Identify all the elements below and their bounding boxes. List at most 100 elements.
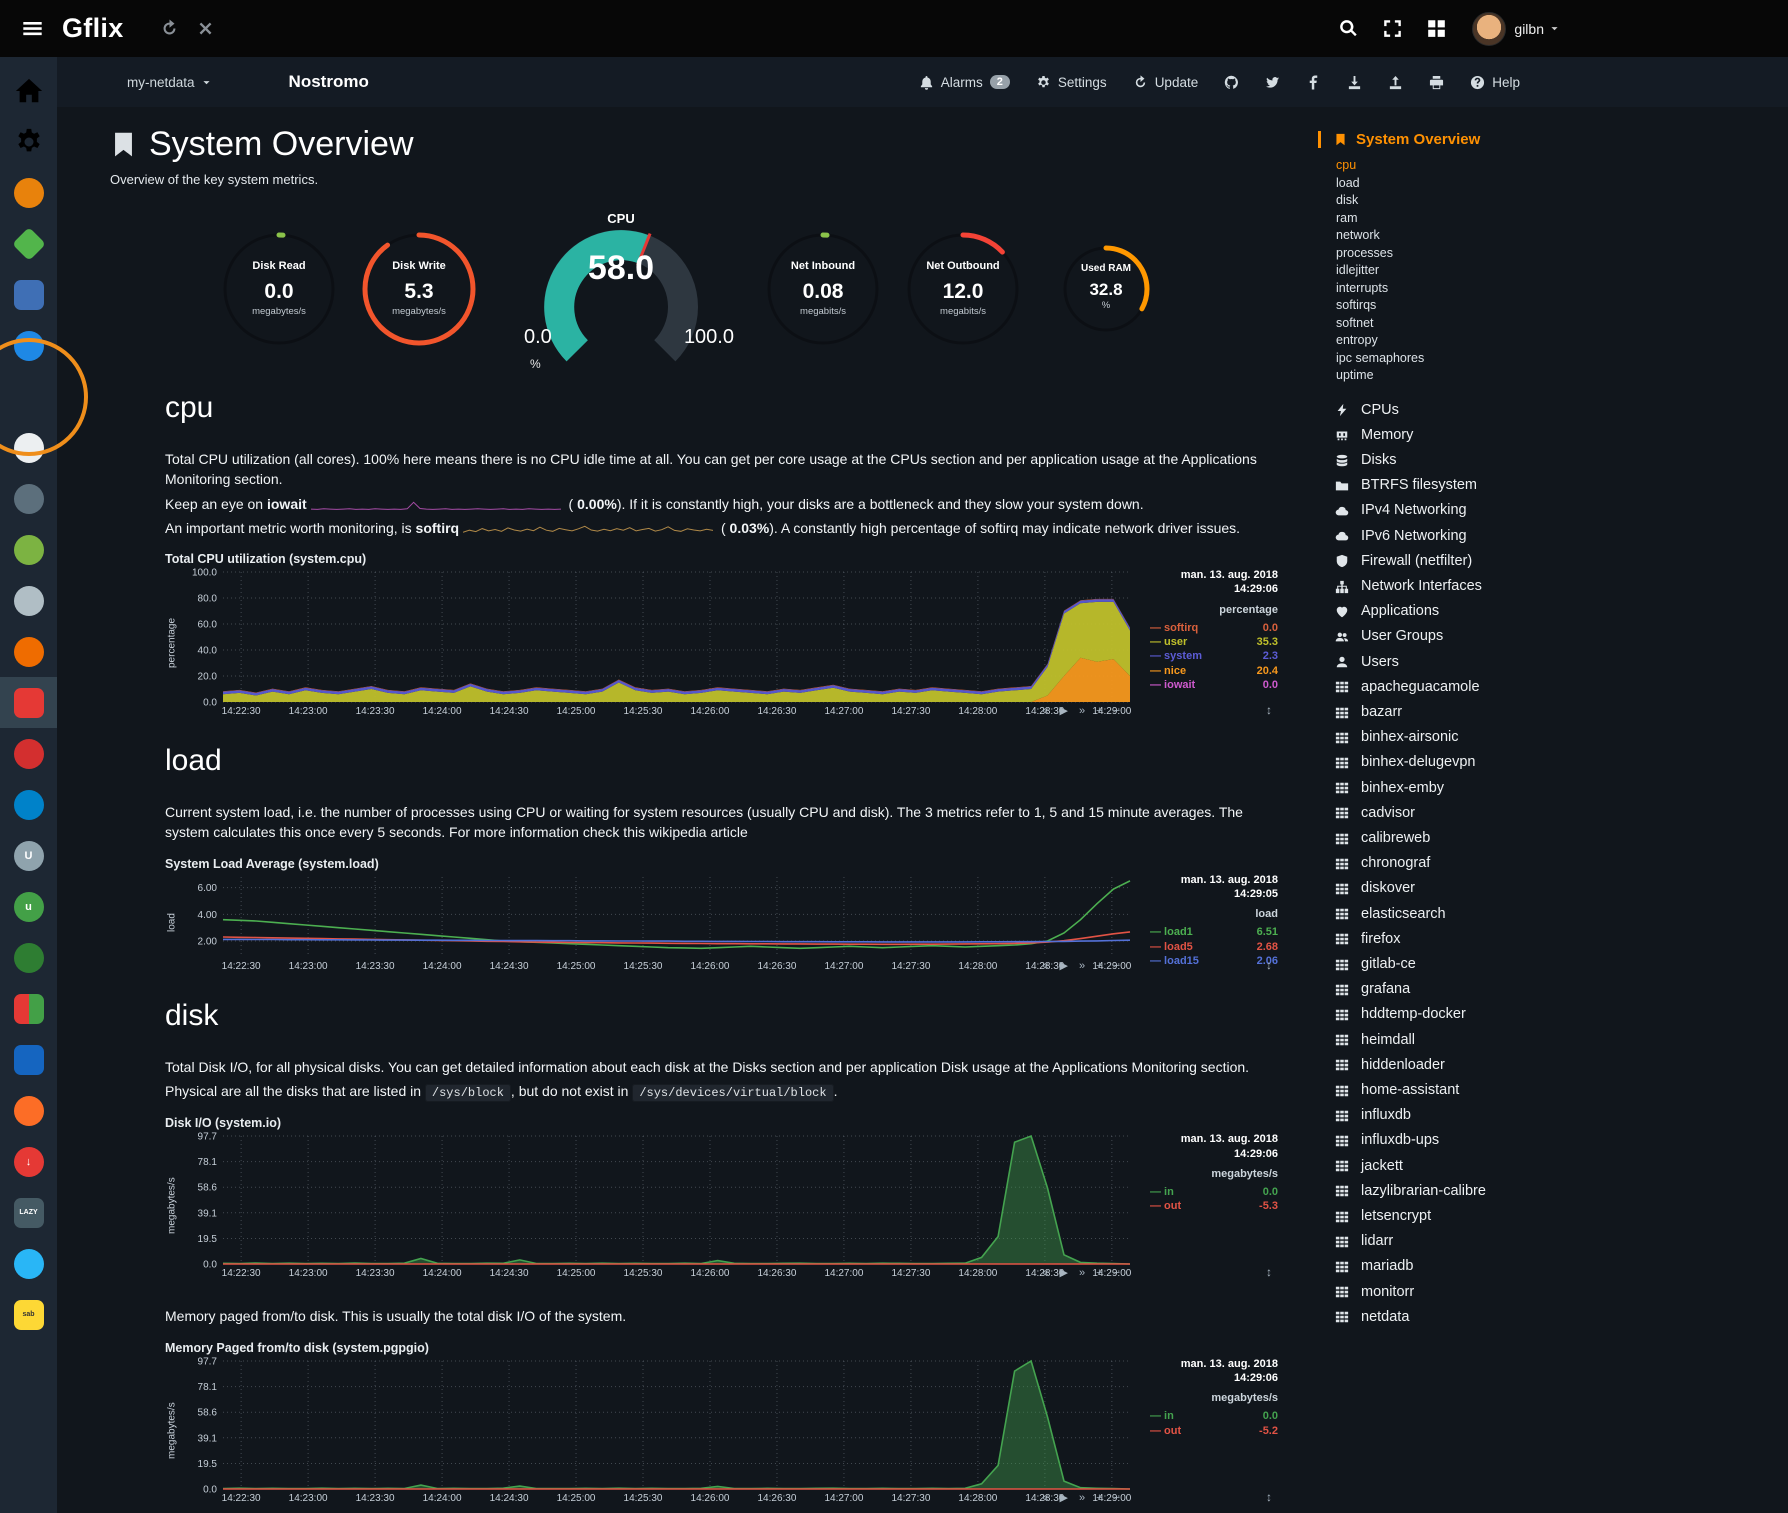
hamburger-menu-icon[interactable] <box>14 11 50 47</box>
gauge-cpu[interactable]: CPU 58.0 0.0 100.0 % <box>516 213 726 365</box>
chart-resize-handle[interactable]: ↕ <box>1266 703 1272 717</box>
search-icon[interactable] <box>1330 11 1366 47</box>
github-button[interactable] <box>1224 75 1239 90</box>
sidebar-app-dark-green[interactable] <box>0 932 57 983</box>
wikipedia-link[interactable]: wikipedia article <box>649 824 748 840</box>
play-button[interactable]: ▶ <box>1060 706 1068 717</box>
alarms-button[interactable]: Alarms 2 <box>919 75 1010 90</box>
sidebar-app-drop[interactable] <box>0 1238 57 1289</box>
legend-in[interactable]: — in0.0 <box>1150 1409 1278 1423</box>
menu-app-cadvisor[interactable]: cadvisor <box>1334 801 1780 826</box>
legend-softirq[interactable]: — softirq0.0 <box>1150 621 1278 635</box>
play-button[interactable]: ▶ <box>1060 961 1068 972</box>
help-button[interactable]: Help <box>1470 75 1520 90</box>
menu-app-apacheguacamole[interactable]: apacheguacamole <box>1334 675 1780 700</box>
sidebar-app-stack[interactable] <box>0 269 57 320</box>
menu-sub-network[interactable]: network <box>1336 227 1780 245</box>
import-snapshot-button[interactable] <box>1388 75 1403 90</box>
menu-sub-uptime[interactable]: uptime <box>1336 367 1780 385</box>
menu-app-monitorr[interactable]: monitorr <box>1334 1280 1780 1305</box>
legend-out[interactable]: — out-5.3 <box>1150 1199 1278 1213</box>
menu-app-grafana[interactable]: grafana <box>1334 977 1780 1002</box>
menu-sub-cpu[interactable]: cpu <box>1336 157 1780 175</box>
sidebar-app-heimdall[interactable] <box>0 1034 57 1085</box>
menu-app-firefox[interactable]: firefox <box>1334 927 1780 952</box>
load-chart-canvas[interactable]: 6.004.002.0014:22:3014:23:0014:23:3014:2… <box>179 873 1136 973</box>
menu-sub-softnet[interactable]: softnet <box>1336 315 1780 333</box>
menu-app-heimdall[interactable]: heimdall <box>1334 1028 1780 1053</box>
zoom-out-button[interactable]: − <box>1114 1493 1120 1504</box>
menu-app-hddtemp-docker[interactable]: hddtemp-docker <box>1334 1002 1780 1027</box>
zoom-out-button[interactable]: − <box>1114 1268 1120 1279</box>
legend-out[interactable]: — out-5.2 <box>1150 1424 1278 1438</box>
menu-sub-load[interactable]: load <box>1336 175 1780 193</box>
menu-users[interactable]: Users <box>1334 650 1780 675</box>
menu-app-mariadb[interactable]: mariadb <box>1334 1254 1780 1279</box>
menu-app-influxdb[interactable]: influxdb <box>1334 1103 1780 1128</box>
play-button[interactable]: ▶ <box>1060 1493 1068 1504</box>
menu-app-diskover[interactable]: diskover <box>1334 876 1780 901</box>
sidebar-app-grey-u[interactable]: U <box>0 830 57 881</box>
fullscreen-icon[interactable] <box>1374 11 1410 47</box>
menu-sub-interrupts[interactable]: interrupts <box>1336 280 1780 298</box>
gauge-disk-read[interactable]: Disk Read 0.0 megabytes/s <box>220 230 338 348</box>
menu-app-lidarr[interactable]: lidarr <box>1334 1229 1780 1254</box>
menu-sub-processes[interactable]: processes <box>1336 245 1780 263</box>
legend-user[interactable]: — user35.3 <box>1150 635 1278 649</box>
skip-backward-button[interactable]: « <box>1042 706 1048 717</box>
zoom-in-button[interactable]: + <box>1096 1268 1102 1279</box>
menu-app-home-assistant[interactable]: home-assistant <box>1334 1078 1780 1103</box>
apps-grid-icon[interactable] <box>1418 11 1454 47</box>
legend-system[interactable]: — system2.3 <box>1150 649 1278 663</box>
legend-iowait[interactable]: — iowait0.0 <box>1150 678 1278 692</box>
skip-backward-button[interactable]: « <box>1042 1268 1048 1279</box>
zoom-out-button[interactable]: − <box>1114 961 1120 972</box>
gauge-disk-write[interactable]: Disk Write 5.3 megabytes/s <box>360 230 478 348</box>
sidebar-app-sab[interactable]: sab <box>0 1289 57 1340</box>
sidebar-settings[interactable] <box>0 116 57 167</box>
sidebar-app-orange-gear[interactable] <box>0 626 57 677</box>
gauge-net-inbound[interactable]: Net Inbound 0.08 megabits/s <box>764 230 882 348</box>
sidebar-home[interactable] <box>0 65 57 116</box>
menu-sub-idlejitter[interactable]: idlejitter <box>1336 262 1780 280</box>
sidebar-app-emby[interactable] <box>0 218 57 269</box>
disk-chart-canvas[interactable]: 97.778.158.639.119.50.014:22:3014:23:001… <box>179 1132 1136 1280</box>
menu-firewall-netfilter-[interactable]: Firewall (netfilter) <box>1334 549 1780 574</box>
legend-load5[interactable]: — load52.68 <box>1150 940 1278 954</box>
menu-ipv4-networking[interactable]: IPv4 Networking <box>1334 498 1780 523</box>
zoom-in-button[interactable]: + <box>1096 706 1102 717</box>
sidebar-app-green-u[interactable]: u <box>0 881 57 932</box>
refresh-icon[interactable] <box>152 11 188 47</box>
menu-cpus[interactable]: CPUs <box>1334 398 1780 423</box>
menu-sub-disk[interactable]: disk <box>1336 192 1780 210</box>
menu-app-bazarr[interactable]: bazarr <box>1334 700 1780 725</box>
zoom-in-button[interactable]: + <box>1096 961 1102 972</box>
menu-app-jackett[interactable]: jackett <box>1334 1154 1780 1179</box>
update-button[interactable]: Update <box>1133 75 1199 90</box>
menu-sub-softirqs[interactable]: softirqs <box>1336 297 1780 315</box>
menu-app-binhex-emby[interactable]: binhex-emby <box>1334 776 1780 801</box>
sidebar-app-search-ring[interactable] <box>0 371 57 422</box>
menu-applications[interactable]: Applications <box>1334 599 1780 624</box>
zoom-out-button[interactable]: − <box>1114 706 1120 717</box>
play-button[interactable]: ▶ <box>1060 1268 1068 1279</box>
zoom-in-button[interactable]: + <box>1096 1493 1102 1504</box>
sidebar-app-pinwheel[interactable] <box>0 728 57 779</box>
menu-app-chronograf[interactable]: chronograf <box>1334 851 1780 876</box>
sidebar-app-kodi[interactable] <box>0 473 57 524</box>
sidebar-app-green-bolt[interactable] <box>0 524 57 575</box>
cpu-chart-canvas[interactable]: 100.080.060.040.020.00.014:22:3014:23:00… <box>179 568 1136 718</box>
menu-memory[interactable]: Memory <box>1334 423 1780 448</box>
menu-app-lazylibrarian-calibre[interactable]: lazylibrarian-calibre <box>1334 1179 1780 1204</box>
menu-app-elasticsearch[interactable]: elasticsearch <box>1334 902 1780 927</box>
menu-ipv6-networking[interactable]: IPv6 Networking <box>1334 524 1780 549</box>
menu-sub-ipc-semaphores[interactable]: ipc semaphores <box>1336 350 1780 368</box>
skip-backward-button[interactable]: « <box>1042 961 1048 972</box>
facebook-button[interactable] <box>1306 75 1321 90</box>
sidebar-app-orange[interactable] <box>0 167 57 218</box>
chart-resize-handle[interactable]: ↕ <box>1266 958 1272 972</box>
memory-chart-canvas[interactable]: 97.778.158.639.119.50.014:22:3014:23:001… <box>179 1357 1136 1505</box>
legend-in[interactable]: — in0.0 <box>1150 1185 1278 1199</box>
sidebar-app-pills[interactable] <box>0 983 57 1034</box>
user-menu[interactable]: gilbn <box>1514 21 1559 37</box>
